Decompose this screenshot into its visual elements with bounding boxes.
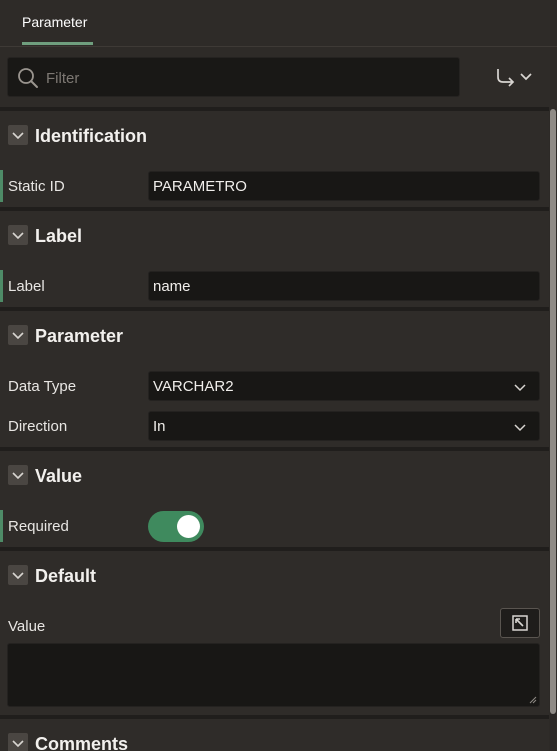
property-label: Direction xyxy=(8,418,68,435)
search-icon xyxy=(18,68,38,88)
scrollbar[interactable] xyxy=(550,109,556,751)
static-id-field[interactable]: PARAMETRO xyxy=(148,171,540,201)
property-label-text: Label name xyxy=(0,268,549,304)
chevron-down-icon xyxy=(514,424,526,432)
required-toggle[interactable] xyxy=(148,511,204,542)
property-direction: Direction In xyxy=(0,408,549,444)
group-header-parameter[interactable]: Parameter xyxy=(0,311,549,359)
group-header-comments[interactable]: Comments xyxy=(0,719,549,751)
group-value: Value Required xyxy=(0,451,549,547)
property-label: Data Type xyxy=(8,378,77,395)
required-indicator xyxy=(0,510,3,542)
group-label: Label Label name xyxy=(0,211,549,307)
chevron-down-icon xyxy=(12,472,24,480)
group-header-label[interactable]: Label xyxy=(0,211,549,259)
tab-parameter[interactable]: Parameter xyxy=(22,14,87,30)
toolbar xyxy=(0,47,557,107)
group-title: Label xyxy=(35,226,83,246)
chevron-down-icon xyxy=(12,332,24,340)
direction-select[interactable]: In xyxy=(148,411,540,441)
default-value-textarea[interactable] xyxy=(7,643,540,707)
property-default-value: Value xyxy=(0,608,549,644)
open-code-editor-button[interactable] xyxy=(500,608,540,638)
chevron-down-icon xyxy=(12,572,24,580)
field-value: VARCHAR2 xyxy=(153,378,234,395)
group-parameter: Parameter Data Type VARCHAR2 Direction I… xyxy=(0,311,549,447)
chevron-down-icon xyxy=(12,740,24,748)
group-title: Value xyxy=(35,466,83,486)
chevron-down-icon xyxy=(519,73,532,81)
property-required: Required xyxy=(0,508,549,544)
property-static-id: Static ID PARAMETRO xyxy=(0,168,549,204)
group-header-identification[interactable]: Identification xyxy=(0,111,549,159)
tab-bar: Parameter xyxy=(0,0,557,47)
group-header-default[interactable]: Default xyxy=(0,551,549,599)
group-title: Identification xyxy=(35,126,147,146)
collapse-toggle[interactable] xyxy=(8,325,28,345)
chevron-down-icon xyxy=(514,384,526,392)
property-label: Required xyxy=(8,518,69,535)
data-type-select[interactable]: VARCHAR2 xyxy=(148,371,540,401)
toggle-knob xyxy=(177,515,200,538)
filter-input[interactable] xyxy=(46,66,446,90)
chevron-down-icon xyxy=(12,132,24,140)
required-indicator xyxy=(0,170,3,202)
group-title: Parameter xyxy=(35,326,124,346)
expand-icon xyxy=(512,615,528,631)
chevron-down-icon xyxy=(12,232,24,240)
group-header-value[interactable]: Value xyxy=(0,451,549,499)
group-identification: Identification Static ID PARAMETRO xyxy=(0,111,549,207)
collapse-toggle[interactable] xyxy=(8,733,28,751)
property-label: Value xyxy=(8,618,46,635)
resize-grip-icon[interactable] xyxy=(529,696,537,704)
collapse-toggle[interactable] xyxy=(8,225,28,245)
property-label: Label xyxy=(8,278,45,295)
filter-box[interactable] xyxy=(7,57,460,97)
group-title: Comments xyxy=(35,734,129,751)
scrollbar-thumb[interactable] xyxy=(550,109,556,714)
property-data-type: Data Type VARCHAR2 xyxy=(0,368,549,404)
active-tab-indicator xyxy=(22,42,93,45)
field-value: name xyxy=(153,278,191,295)
field-value: PARAMETRO xyxy=(153,178,247,195)
group-comments: Comments xyxy=(0,719,549,751)
collapse-toggle[interactable] xyxy=(8,565,28,585)
field-value: In xyxy=(153,418,166,435)
property-label: Static ID xyxy=(8,178,65,195)
collapse-toggle[interactable] xyxy=(8,465,28,485)
required-indicator xyxy=(0,270,3,302)
group-title: Default xyxy=(35,566,97,586)
label-field[interactable]: name xyxy=(148,271,540,301)
go-to-group-button[interactable] xyxy=(490,61,536,93)
go-to-group-icon xyxy=(496,69,514,87)
collapse-toggle[interactable] xyxy=(8,125,28,145)
